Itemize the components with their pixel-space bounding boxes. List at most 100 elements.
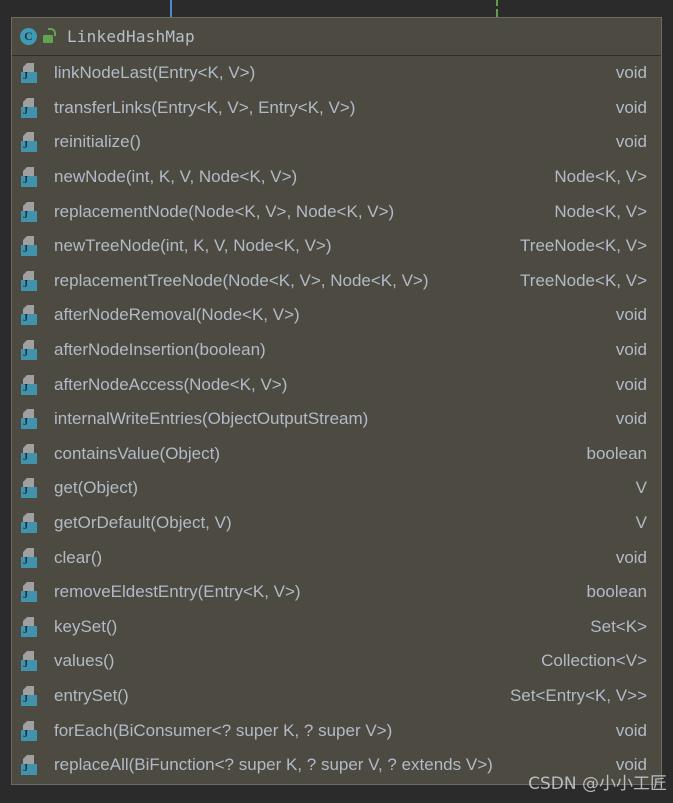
member-signature: linkNodeLast(Entry<K, V>) <box>54 63 255 83</box>
member-signature: replacementTreeNode(Node<K, V>, Node<K, … <box>54 271 429 291</box>
member-row[interactable]: Jvalues()Collection<V> <box>12 644 661 679</box>
member-signature: transferLinks(Entry<K, V>, Entry<K, V>) <box>54 98 355 118</box>
method-icon-letter: J <box>23 556 28 568</box>
method-icon: J <box>21 305 39 325</box>
member-row[interactable]: JkeySet()Set<K> <box>12 610 661 645</box>
member-return-type: V <box>626 478 647 498</box>
method-icon-letter: J <box>23 452 28 464</box>
member-row[interactable]: JentrySet() Set<Entry<K, V>> <box>12 679 661 714</box>
method-icon-letter: J <box>23 694 28 706</box>
method-icon: J <box>21 444 39 464</box>
member-signature: removeEldestEntry(Entry<K, V>) <box>54 582 301 602</box>
member-row[interactable]: JafterNodeAccess(Node<K, V>) void <box>12 367 661 402</box>
member-signature: newTreeNode(int, K, V, Node<K, V>) <box>54 236 332 256</box>
method-icon-letter: J <box>23 521 28 533</box>
method-icon: J <box>21 98 39 118</box>
method-icon: J <box>21 617 39 637</box>
member-signature: reinitialize() <box>54 132 141 152</box>
editor-change-marker-blue <box>170 0 172 17</box>
member-return-type: void <box>606 755 647 775</box>
member-signature: values() <box>54 651 114 671</box>
popup-header[interactable]: C LinkedHashMap <box>12 18 661 56</box>
member-row[interactable]: JgetOrDefault(Object, V) V <box>12 506 661 541</box>
member-signature: containsValue(Object) <box>54 444 220 464</box>
member-row[interactable]: JreplacementNode(Node<K, V>, Node<K, V>)… <box>12 194 661 229</box>
method-icon: J <box>21 132 39 152</box>
method-icon-letter: J <box>23 244 28 256</box>
method-icon: J <box>21 409 39 429</box>
member-signature: afterNodeInsertion(boolean) <box>54 340 266 360</box>
member-row[interactable]: Jget(Object) V <box>12 471 661 506</box>
member-row[interactable]: JreplacementTreeNode(Node<K, V>, Node<K,… <box>12 264 661 299</box>
member-row[interactable]: JafterNodeInsertion(boolean) void <box>12 333 661 368</box>
method-icon: J <box>21 167 39 187</box>
method-icon-letter: J <box>23 729 28 741</box>
method-icon-letter: J <box>23 590 28 602</box>
method-icon-letter: J <box>23 106 28 118</box>
method-icon-letter: J <box>23 763 28 775</box>
member-return-type: Set<Entry<K, V>> <box>500 686 647 706</box>
member-return-type: void <box>606 409 647 429</box>
method-icon: J <box>21 582 39 602</box>
member-row[interactable]: Jreinitialize() void <box>12 125 661 160</box>
method-icon-letter: J <box>23 71 28 83</box>
member-signature: entrySet() <box>54 686 129 706</box>
member-row[interactable]: JafterNodeRemoval(Node<K, V>) void <box>12 298 661 333</box>
page-title: LinkedHashMap <box>67 27 195 46</box>
member-return-type: V <box>626 513 647 533</box>
member-return-type: TreeNode<K, V> <box>510 236 647 256</box>
member-return-type: void <box>606 375 647 395</box>
method-icon-letter: J <box>23 348 28 360</box>
method-icon: J <box>21 721 39 741</box>
unlock-icon <box>41 28 56 45</box>
member-return-type: Node<K, V> <box>544 167 647 187</box>
member-signature: afterNodeRemoval(Node<K, V>) <box>54 305 300 325</box>
member-row[interactable]: Jclear()void <box>12 540 661 575</box>
method-icon-letter: J <box>23 140 28 152</box>
member-row[interactable]: JlinkNodeLast(Entry<K, V>) void <box>12 56 661 91</box>
member-row[interactable]: JforEach(BiConsumer<? super K, ? super V… <box>12 713 661 748</box>
member-return-type: void <box>606 340 647 360</box>
member-return-type: Node<K, V> <box>544 202 647 222</box>
member-signature: forEach(BiConsumer<? super K, ? super V>… <box>54 721 392 741</box>
member-row[interactable]: JcontainsValue(Object)boolean <box>12 437 661 472</box>
method-icon: J <box>21 271 39 291</box>
member-signature: get(Object) <box>54 478 138 498</box>
method-icon-letter: J <box>23 625 28 637</box>
member-return-type: void <box>606 63 647 83</box>
member-row[interactable]: JinternalWriteEntries(ObjectOutputStream… <box>12 402 661 437</box>
member-signature: getOrDefault(Object, V) <box>54 513 232 533</box>
member-signature: clear() <box>54 548 102 568</box>
member-return-type: void <box>606 721 647 741</box>
method-icon-letter: J <box>23 313 28 325</box>
member-return-type: Set<K> <box>580 617 647 637</box>
method-icon: J <box>21 755 39 775</box>
method-icon: J <box>21 375 39 395</box>
method-icon: J <box>21 478 39 498</box>
class-icon-letter: C <box>20 28 37 45</box>
method-icon: J <box>21 202 39 222</box>
method-icon: J <box>21 651 39 671</box>
member-row[interactable]: JreplaceAll(BiFunction<? super K, ? supe… <box>12 748 661 783</box>
method-icon-letter: J <box>23 210 28 222</box>
member-row[interactable]: JnewNode(int, K, V, Node<K, V>) Node<K, V… <box>12 160 661 195</box>
method-icon: J <box>21 513 39 533</box>
member-return-type: void <box>606 305 647 325</box>
method-icon-letter: J <box>23 659 28 671</box>
method-icon-letter: J <box>23 417 28 429</box>
class-icon: C <box>19 27 38 46</box>
member-row[interactable]: JtransferLinks(Entry<K, V>, Entry<K, V>)… <box>12 91 661 126</box>
method-icon: J <box>21 548 39 568</box>
member-return-type: TreeNode<K, V> <box>510 271 647 291</box>
member-return-type: void <box>606 132 647 152</box>
method-icon-letter: J <box>23 175 28 187</box>
member-signature: afterNodeAccess(Node<K, V>) <box>54 375 287 395</box>
member-row[interactable]: JnewTreeNode(int, K, V, Node<K, V>) TreeN… <box>12 229 661 264</box>
method-icon-letter: J <box>23 383 28 395</box>
method-icon: J <box>21 340 39 360</box>
member-list: JlinkNodeLast(Entry<K, V>) void JtransferL… <box>12 56 661 782</box>
member-row[interactable]: JremoveEldestEntry(Entry<K, V>)boolean <box>12 575 661 610</box>
member-signature: newNode(int, K, V, Node<K, V>) <box>54 167 297 187</box>
method-icon-letter: J <box>23 279 28 291</box>
structure-popup: C LinkedHashMap JlinkNodeLast(Entry<K, V… <box>11 17 662 785</box>
